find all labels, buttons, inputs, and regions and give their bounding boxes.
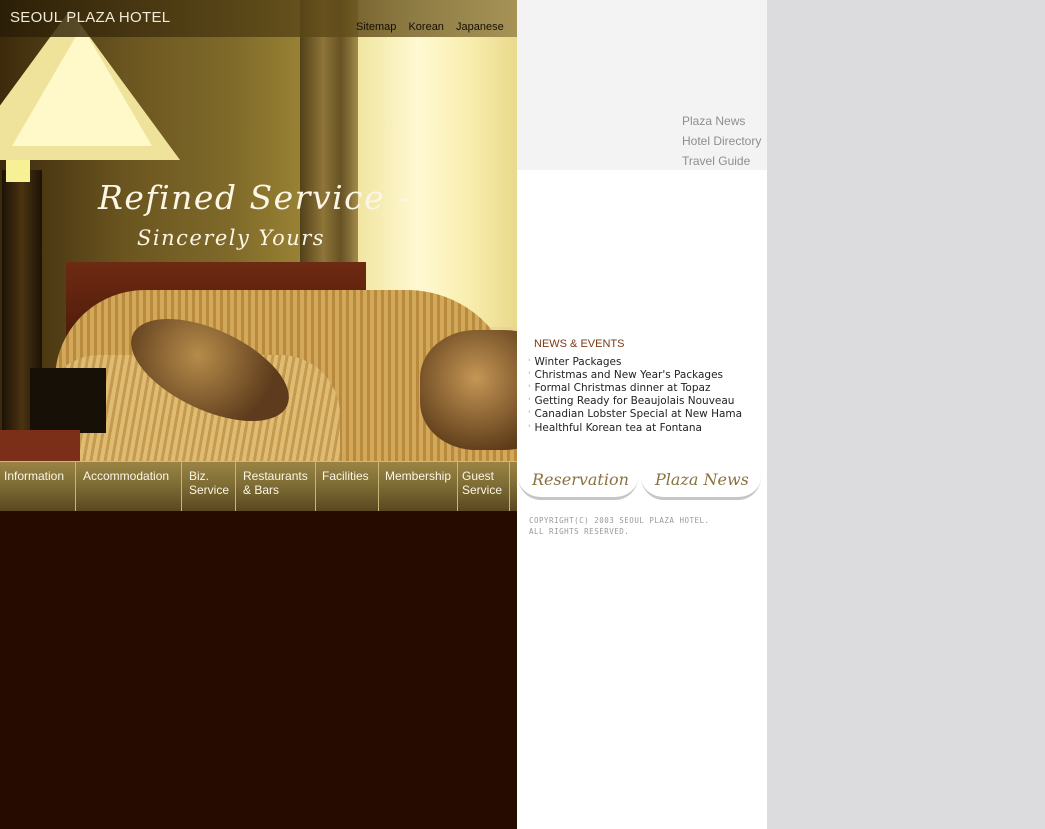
news-events-title: NEWS & EVENTS [534,338,625,350]
news-item[interactable]: ' Getting Ready for Beaujolais Nouveau [528,395,734,407]
news-item[interactable]: ' Formal Christmas dinner at Topaz [528,382,710,394]
bullet-icon: ' [528,410,531,420]
bullet-icon: ' [528,371,531,381]
plaza-news-label: Plaza News [655,470,749,489]
korean-link[interactable]: Korean [408,21,443,33]
hero-subtagline: Sincerely Yours [137,226,326,250]
bullet-icon: ' [528,358,531,368]
nav-biz-service[interactable]: Biz. Service [182,462,236,511]
copyright: COPYRIGHT(C) 2003 SEOUL PLAZA HOTEL. ALL… [529,515,710,537]
nav-information[interactable]: Information [0,462,76,511]
hotel-logo[interactable]: SEOUL PLAZA HOTEL [10,9,170,26]
nav-membership[interactable]: Membership [379,462,458,511]
top-links: Sitemap Korean Japanese [356,15,511,34]
nav-accommodation[interactable]: Accommodation [76,462,182,511]
left-column: SEOUL PLAZA HOTEL Sitemap Korean Japanes… [0,0,517,829]
bullet-icon: ' [528,424,531,434]
hero-tagline: Refined Service - [98,178,410,217]
hero-tissue-box-image [30,368,106,433]
news-item-label: Winter Packages [534,356,622,368]
reservation-button[interactable]: Reservation [518,466,638,500]
bullet-icon: ' [528,384,531,394]
copyright-line: COPYRIGHT(C) 2003 SEOUL PLAZA HOTEL. [529,516,710,525]
news-item-label: Formal Christmas dinner at Topaz [534,382,711,394]
nav-guest-service[interactable]: Guest Service [458,462,510,511]
side-link-plaza-news[interactable]: Plaza News [682,114,745,128]
side-link-travel-guide[interactable]: Travel Guide [682,154,750,168]
plaza-news-button[interactable]: Plaza News [641,466,761,500]
hero-side-table-image [0,430,80,461]
news-item-label: Getting Ready for Beaujolais Nouveau [534,395,735,407]
news-item-label: Christmas and New Year's Packages [534,369,724,381]
sitemap-link[interactable]: Sitemap [356,21,396,33]
hero-banner: SEOUL PLAZA HOTEL Sitemap Korean Japanes… [0,0,517,461]
nav-facilities[interactable]: Facilities [316,462,379,511]
reservation-label: Reservation [532,470,629,489]
right-column: Plaza News Hotel Directory Travel Guide … [517,0,767,829]
news-item-label: Canadian Lobster Special at New Hama [534,408,743,420]
news-item-label: Healthful Korean tea at Fontana [534,422,702,434]
japanese-link[interactable]: Japanese [456,21,504,33]
news-item[interactable]: ' Winter Packages [528,356,621,368]
hero-pillow-image [420,330,517,450]
side-link-hotel-directory[interactable]: Hotel Directory [682,134,761,148]
hero-lampshade-glow-image [12,26,152,146]
nav-restaurants-bars[interactable]: Restaurants & Bars [236,462,316,511]
copyright-line: ALL RIGHTS RESERVED. [529,527,630,536]
main-nav: Information Accommodation Biz. Service R… [0,461,517,511]
news-item[interactable]: ' Healthful Korean tea at Fontana [528,422,702,434]
bullet-icon: ' [528,397,531,407]
news-item[interactable]: ' Christmas and New Year's Packages [528,369,723,381]
news-item[interactable]: ' Canadian Lobster Special at New Hama [528,408,742,420]
